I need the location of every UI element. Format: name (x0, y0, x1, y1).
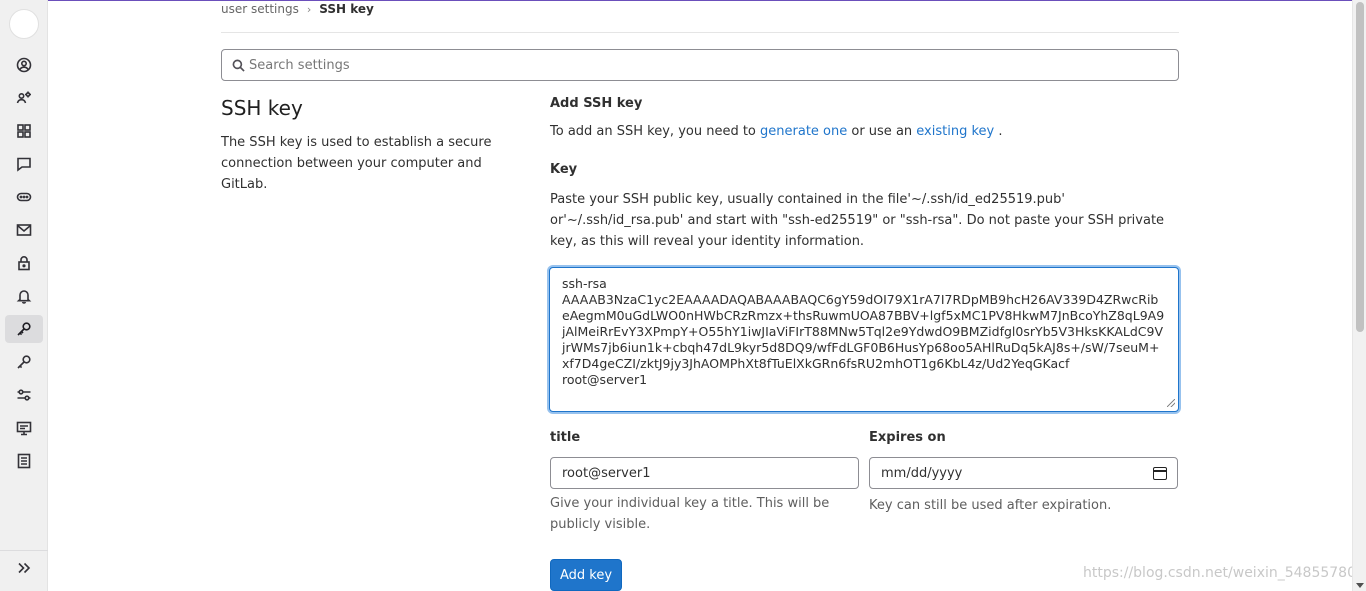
key-label: Key (550, 162, 578, 177)
expires-label: Expires on (869, 430, 946, 445)
sidebar-item-preferences[interactable] (5, 381, 43, 409)
page-description: The SSH key is used to establish a secur… (221, 135, 492, 192)
page-title: SSH key (221, 96, 303, 120)
avatar[interactable] (9, 9, 39, 39)
expires-help-text: Key can still be used after expiration. (869, 498, 1112, 513)
key-help-text: Paste your SSH public key, usually conta… (550, 192, 1165, 249)
sidebar-item-password[interactable] (5, 249, 43, 277)
emails-icon (16, 224, 32, 236)
breadcrumb: user settings › SSH key (221, 1, 374, 17)
chat-icon (17, 157, 31, 172)
sidebar-item-emails[interactable] (5, 216, 43, 244)
title-help-text: Give your individual key a title. This w… (550, 496, 830, 532)
collapse-sidebar-icon (18, 562, 31, 574)
calendar-icon[interactable] (1153, 467, 1167, 480)
chevron-right-icon: › (306, 2, 312, 16)
key-textarea[interactable]: ssh-rsa AAAAB3NzaC1yc2EAAAADAQABAAABAQC6… (549, 267, 1179, 412)
active-sessions-icon (16, 421, 32, 436)
preferences-icon (17, 389, 31, 401)
search-icon (232, 59, 245, 72)
breadcrumb-current[interactable]: SSH key (319, 2, 374, 16)
watermark: https://blog.csdn.net/weixin_54855780 (1082, 565, 1356, 581)
scrollbar-thumb[interactable] (1356, 2, 1364, 332)
scroll-down-arrow-icon[interactable] (1356, 583, 1364, 588)
sidebar-item-notifications[interactable] (5, 282, 43, 310)
page-scrollbar[interactable] (1352, 0, 1366, 591)
generate-one-link[interactable]: generate one (760, 124, 847, 139)
sidebar-item-profile[interactable] (5, 51, 43, 79)
sidebar-item-applications[interactable] (5, 117, 43, 145)
search-input[interactable] (249, 50, 1149, 80)
intro-text: . (994, 124, 1003, 139)
title-label: title (550, 430, 581, 445)
sidebar-item-ssh-keys[interactable] (5, 315, 43, 343)
sidebar-item-tokens[interactable] (5, 183, 43, 211)
add-key-button[interactable]: Add key (550, 559, 622, 591)
password-lock-icon (18, 256, 30, 271)
add-ssh-key-title: Add SSH key (550, 96, 643, 111)
applications-icon (17, 124, 31, 138)
sidebar-item-chat[interactable] (5, 150, 43, 178)
authentication-log-icon (17, 453, 31, 469)
sidebar-item-gpg-keys[interactable] (5, 348, 43, 376)
collapse-sidebar-button[interactable] (5, 554, 43, 582)
sidebar-divider (0, 550, 48, 551)
title-input[interactable]: root@server1 (550, 457, 859, 489)
add-ssh-key-intro: To add an SSH key, you need to generate … (550, 124, 1002, 139)
breadcrumb-divider (221, 32, 1179, 33)
profile-icon (16, 57, 32, 73)
existing-key-link[interactable]: existing key (916, 124, 994, 139)
notifications-bell-icon (16, 290, 32, 304)
expires-date-input[interactable]: mm/dd/yyyy (869, 457, 1178, 489)
intro-text: or use an (847, 124, 917, 139)
account-icon (16, 91, 31, 104)
token-icon (16, 192, 32, 202)
search-settings (221, 49, 1179, 81)
sidebar-item-authentication-log[interactable] (5, 447, 43, 475)
gpg-keys-icon (17, 355, 31, 369)
textarea-resize-handle[interactable] (1166, 398, 1178, 410)
breadcrumb-user-settings[interactable]: user settings (221, 2, 299, 16)
sidebar-item-active-sessions[interactable] (5, 414, 43, 442)
sidebar-item-account[interactable] (5, 84, 43, 112)
settings-sidebar (0, 0, 48, 591)
intro-text: To add an SSH key, you need to (550, 124, 761, 139)
ssh-keys-icon (17, 322, 31, 336)
expires-placeholder: mm/dd/yyyy (881, 465, 963, 481)
